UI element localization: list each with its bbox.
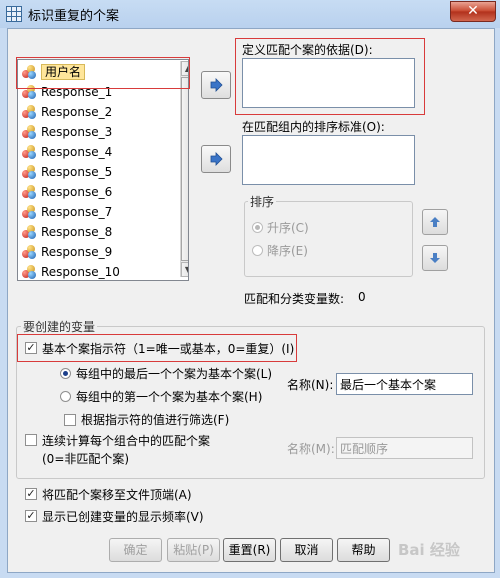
variable-label: Response_5 <box>41 165 113 179</box>
scrollbar-thumb[interactable] <box>181 77 188 261</box>
nominal-variable-icon <box>22 185 36 199</box>
help-button[interactable]: 帮助 <box>337 538 390 562</box>
filter-label: 根据指示符的值进行筛选(F) <box>81 413 230 427</box>
variable-count-value: 0 <box>358 290 366 304</box>
filter-checkbox[interactable] <box>64 414 76 426</box>
move-up-button[interactable] <box>422 209 448 235</box>
name2-input[interactable]: 匹配顺序 <box>336 437 473 459</box>
close-button[interactable]: ✕ <box>450 1 496 22</box>
nominal-variable-icon <box>22 105 36 119</box>
variable-label: Response_2 <box>41 105 113 119</box>
name-input[interactable]: 最后一个基本个案 <box>336 373 473 395</box>
paste-button[interactable]: 粘贴(P) <box>167 538 220 562</box>
watermark-text: Bai 经验 <box>398 541 460 559</box>
create-variables-legend: 要创建的变量 <box>21 318 98 335</box>
nominal-variable-icon <box>22 165 36 179</box>
variable-label: Response_7 <box>41 205 113 219</box>
variable-count-label: 匹配和分类变量数: <box>244 292 345 306</box>
last-case-radio[interactable] <box>60 368 71 379</box>
move-to-top-label: 将匹配个案移至文件顶端(A) <box>42 488 192 502</box>
variable-list-item[interactable]: Response_4 <box>20 142 172 162</box>
ascending-label: 升序(C) <box>267 221 309 235</box>
descending-label: 降序(E) <box>267 244 308 258</box>
sequential-count-sublabel: (0=非匹配个案) <box>42 452 130 466</box>
first-case-label: 每组中的第一个个案为基本个案(H) <box>76 390 263 404</box>
arrow-down-icon <box>430 253 440 263</box>
show-frequency-label: 显示已创建变量的显示频率(V) <box>42 510 204 524</box>
title-bar: 标识重复的个案 ✕ <box>0 0 500 28</box>
move-to-match-button[interactable] <box>201 71 231 99</box>
sequential-count-checkbox[interactable] <box>25 434 37 446</box>
variable-label: Response_6 <box>41 185 113 199</box>
sort-within-label: 在匹配组内的排序标准(O): <box>242 120 385 134</box>
variable-list-item[interactable]: Response_2 <box>20 102 172 122</box>
ok-button[interactable]: 确定 <box>109 538 162 562</box>
descending-radio[interactable] <box>252 245 263 256</box>
reset-button[interactable]: 重置(R) <box>223 538 276 562</box>
move-to-sort-button[interactable] <box>201 145 231 173</box>
variable-list-item[interactable]: Response_5 <box>20 162 172 182</box>
variable-list-item[interactable]: Response_3 <box>20 122 172 142</box>
annotation-box-username <box>16 57 190 89</box>
spss-grid-icon <box>6 6 22 22</box>
nominal-variable-icon <box>22 145 36 159</box>
nominal-variable-icon <box>22 205 36 219</box>
primary-indicator-checkbox[interactable]: ✓ <box>25 342 37 354</box>
variable-label: Response_9 <box>41 245 113 259</box>
nominal-variable-icon <box>22 225 36 239</box>
nominal-variable-icon <box>22 265 36 279</box>
show-frequency-checkbox[interactable]: ✓ <box>25 510 37 522</box>
variable-list-item[interactable]: Response_8 <box>20 222 172 242</box>
variable-list-scrollbar[interactable]: ▲ ▼ <box>180 61 188 277</box>
scroll-down-icon[interactable]: ▼ <box>181 262 188 277</box>
nominal-variable-icon <box>22 125 36 139</box>
match-cases-field[interactable] <box>242 58 415 108</box>
name-label: 名称(N): <box>287 378 334 392</box>
arrow-right-icon <box>210 152 223 166</box>
move-down-button[interactable] <box>422 245 448 271</box>
last-case-label: 每组中的最后一个个案为基本个案(L) <box>76 367 273 381</box>
sort-order-legend: 排序 <box>248 193 277 210</box>
dialog-body: 用户名 Response_1 Response_2 Response_3 Respons… <box>7 28 495 573</box>
variable-label: Response_4 <box>41 145 113 159</box>
match-cases-label: 定义匹配个案的依据(D): <box>242 43 373 57</box>
arrow-up-icon <box>430 217 440 227</box>
move-to-top-checkbox[interactable]: ✓ <box>25 488 37 500</box>
nominal-variable-icon <box>22 245 36 259</box>
name2-label: 名称(M): <box>287 442 335 456</box>
sort-within-field[interactable] <box>242 135 415 185</box>
primary-indicator-label: 基本个案指示符（1=唯一或基本，0=重复）(I) <box>42 342 295 356</box>
variable-label: Response_10 <box>41 265 120 279</box>
dialog-window: 标识重复的个案 ✕ 用户名 Response_1 Response_2 Respons… <box>0 0 500 578</box>
variable-label: Response_8 <box>41 225 113 239</box>
cancel-button[interactable]: 取消 <box>280 538 333 562</box>
sequential-count-label: 连续计算每个组合中的匹配个案 <box>42 434 211 448</box>
variable-list-item[interactable]: Response_7 <box>20 202 172 222</box>
variable-list-item[interactable]: Response_6 <box>20 182 172 202</box>
variable-label: Response_3 <box>41 125 113 139</box>
ascending-radio[interactable] <box>252 222 263 233</box>
variable-listbox[interactable]: 用户名 Response_1 Response_2 Response_3 Respons… <box>17 59 189 281</box>
variable-list-item[interactable]: Response_10 <box>20 262 172 280</box>
sort-order-group <box>244 201 413 277</box>
arrow-right-icon <box>210 78 223 92</box>
window-title: 标识重复的个案 <box>28 9 120 24</box>
variable-list-item[interactable]: Response_9 <box>20 242 172 262</box>
first-case-radio[interactable] <box>60 391 71 402</box>
